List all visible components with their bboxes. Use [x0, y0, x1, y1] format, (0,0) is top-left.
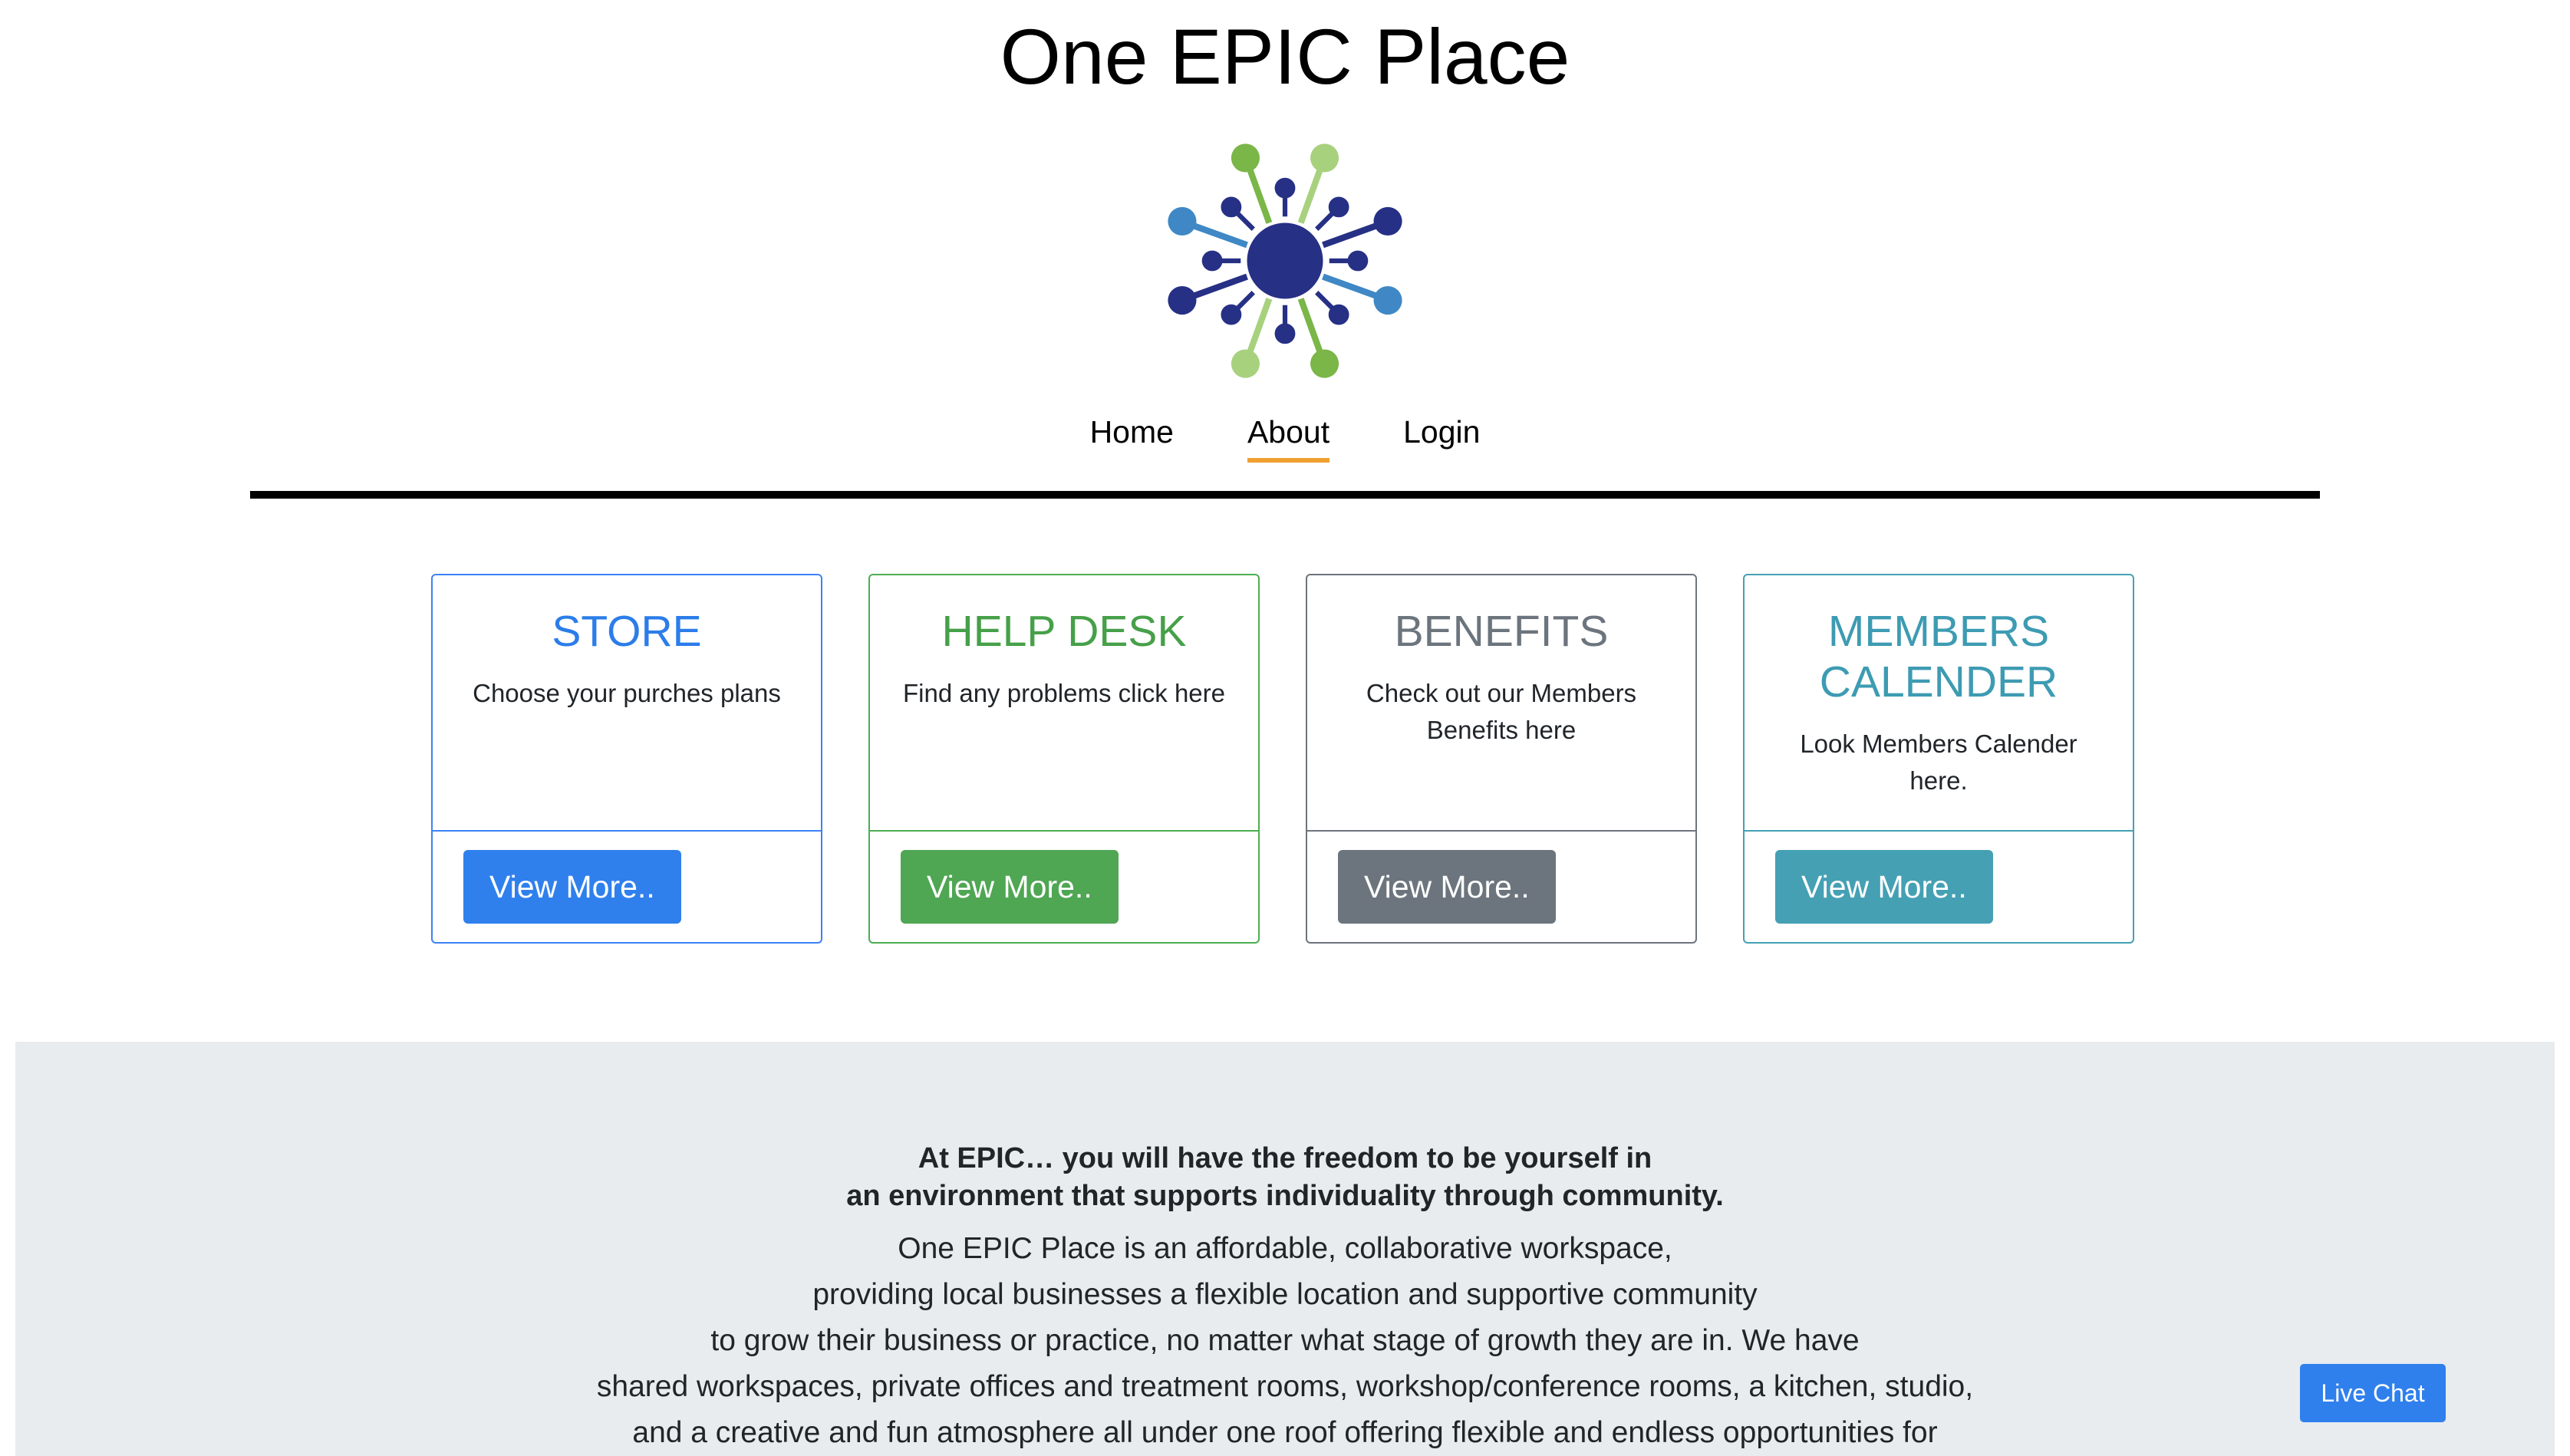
about-section: At EPIC… you will have the freedom to be…	[15, 1042, 2555, 1456]
about-headline: At EPIC… you will have the freedom to be…	[15, 1140, 2555, 1215]
benefits-view-more-button[interactable]: View More..	[1338, 850, 1556, 924]
about-line: shared workspaces, private offices and t…	[596, 1370, 1974, 1403]
about-description: One EPIC Place is an affordable, collabo…	[15, 1226, 2555, 1456]
feature-cards: STORE Choose your purches plans View Mor…	[431, 574, 2134, 944]
members-calender-card-body: MEMBERS CALENDER Look Members Calender h…	[1745, 575, 2133, 832]
members-calender-card: MEMBERS CALENDER Look Members Calender h…	[1743, 574, 2134, 944]
store-card-body: STORE Choose your purches plans	[433, 575, 821, 832]
about-line: and a creative and fun atmosphere all un…	[632, 1416, 1938, 1449]
benefits-card-text: Check out our Members Benefits here	[1330, 675, 1672, 749]
main-nav: Home About Login	[0, 414, 2570, 463]
help-desk-view-more-button[interactable]: View More..	[901, 850, 1119, 924]
store-card: STORE Choose your purches plans View Mor…	[431, 574, 822, 944]
help-desk-card-footer: View More..	[870, 832, 1258, 942]
nav-login-link[interactable]: Login	[1403, 414, 1480, 463]
help-desk-card-text: Find any problems click here	[902, 679, 1225, 707]
about-headline-line2: an environment that supports individuali…	[846, 1180, 1724, 1212]
nav-about-link[interactable]: About	[1247, 414, 1330, 463]
benefits-card-text-line1: Check out our Members	[1366, 679, 1637, 707]
store-card-footer: View More..	[433, 832, 821, 942]
store-card-title: STORE	[552, 607, 702, 656]
store-card-text: Choose your purches plans	[473, 679, 781, 707]
help-desk-card-title: HELP DESK	[941, 607, 1187, 656]
benefits-card-footer: View More..	[1307, 832, 1695, 942]
members-calender-view-more-button[interactable]: View More..	[1775, 850, 1993, 924]
help-desk-card-body: HELP DESK Find any problems click here	[870, 575, 1258, 832]
members-calender-text-line1: Look Members Calender	[1800, 730, 2077, 758]
members-calender-title-line2: CALENDER	[1819, 657, 2058, 707]
members-calender-card-footer: View More..	[1745, 832, 2133, 942]
members-calender-card-text: Look Members Calender here.	[1768, 726, 2110, 799]
about-line: providing local businesses a flexible lo…	[812, 1278, 1758, 1311]
site-title: One EPIC Place	[1000, 13, 1570, 100]
benefits-card-text-line2: Benefits here	[1426, 716, 1577, 744]
help-desk-card: HELP DESK Find any problems click here V…	[868, 574, 1260, 944]
benefits-card: BENEFITS Check out our Members Benefits …	[1306, 574, 1697, 944]
about-line: to grow their business or practice, no m…	[710, 1324, 1860, 1357]
live-chat-button[interactable]: Live Chat	[2300, 1364, 2446, 1422]
members-calender-text-line2: here.	[1909, 766, 1968, 795]
store-view-more-button[interactable]: View More..	[463, 850, 681, 924]
header-divider	[250, 491, 2320, 499]
members-calender-title-line1: MEMBERS	[1827, 607, 2050, 656]
about-headline-line1: At EPIC… you will have the freedom to be…	[918, 1142, 1652, 1174]
about-line: One EPIC Place is an affordable, collabo…	[898, 1232, 1672, 1265]
benefits-card-body: BENEFITS Check out our Members Benefits …	[1307, 575, 1695, 832]
benefits-card-title: BENEFITS	[1394, 607, 1609, 656]
nav-home-link[interactable]: Home	[1090, 414, 1174, 463]
members-calender-card-title: MEMBERS CALENDER	[1768, 606, 2110, 707]
epic-network-logo-icon	[1168, 143, 1402, 378]
